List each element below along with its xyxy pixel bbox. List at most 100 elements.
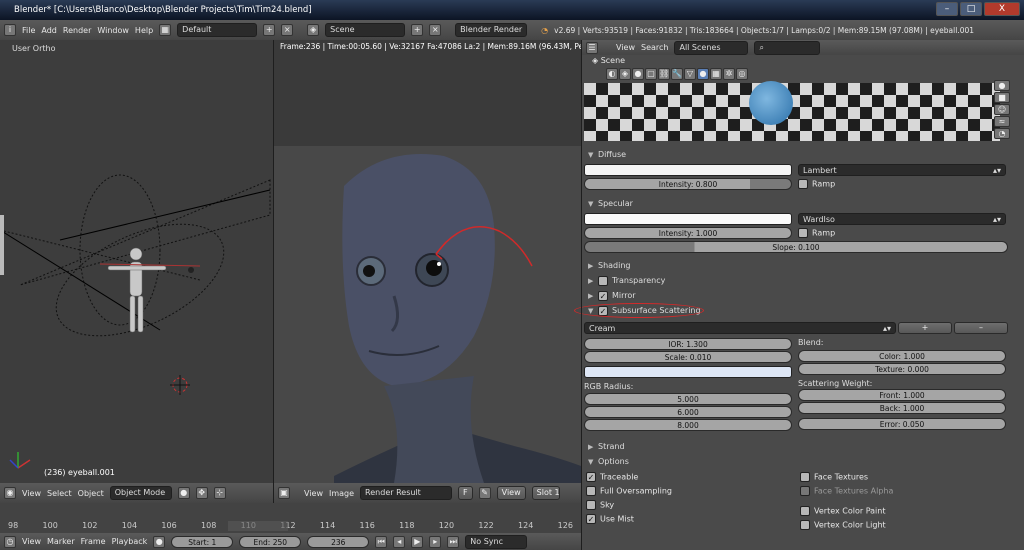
vertex-color-light-checkbox[interactable]: Vertex Color Light [800, 520, 1014, 530]
preview-hair-icon[interactable]: ≈ [994, 116, 1010, 127]
layout-selector[interactable]: Default [177, 23, 258, 37]
scenes-selector[interactable]: All Scenes [674, 40, 749, 55]
diffuse-color-swatch[interactable] [584, 164, 792, 176]
menu-add[interactable]: Add [41, 26, 57, 35]
record-icon[interactable]: ● [153, 535, 166, 548]
sss-color-swatch[interactable] [584, 366, 792, 378]
minimize-button[interactable]: – [936, 2, 958, 16]
toolshelf-handle[interactable] [0, 215, 4, 275]
particles-tab-icon[interactable]: ✲ [723, 68, 735, 80]
jump-end-icon[interactable]: ⏭ [447, 535, 460, 548]
shading-icon[interactable]: ● [177, 487, 190, 499]
image-view-menu[interactable]: View [304, 489, 323, 498]
view-menu[interactable]: View [22, 489, 41, 498]
current-frame-field[interactable]: 236 [307, 535, 370, 548]
diffuse-panel-header[interactable]: ▼ Diffuse [582, 147, 1024, 162]
close-button[interactable]: X [984, 2, 1020, 16]
area-divider[interactable] [273, 40, 274, 503]
menu-window[interactable]: Window [97, 26, 129, 35]
ior-field[interactable]: IOR: 1.300 [584, 338, 792, 350]
render-result-selector[interactable]: Render Result [360, 486, 453, 500]
mirror-panel-header[interactable]: ▶ ✓ Mirror [582, 288, 1024, 303]
scene-add-icon[interactable]: + [411, 24, 424, 36]
world-tab-icon[interactable]: ● [632, 68, 644, 80]
mirror-checkbox[interactable]: ✓ [598, 290, 608, 301]
scene-remove-icon[interactable]: × [429, 24, 442, 36]
pivot-icon[interactable]: ✥ [195, 487, 208, 499]
diffuse-intensity-slider[interactable]: Intensity: 0.800 [584, 178, 792, 190]
timeline-editor-icon[interactable]: ◷ [4, 535, 16, 548]
start-frame-field[interactable]: Start: 1 [171, 535, 234, 548]
specular-shader-selector[interactable]: WardIso ▴▾ [798, 213, 1006, 225]
specular-color-swatch[interactable] [584, 213, 792, 225]
frame-menu[interactable]: Frame [81, 537, 106, 546]
render-engine-selector[interactable]: Blender Render [455, 23, 528, 37]
face-textures-checkbox[interactable]: Face Textures [800, 472, 1014, 482]
render-tab-icon[interactable]: ◐ [606, 68, 618, 80]
remove-preset-button[interactable]: – [954, 322, 1008, 334]
search-input[interactable]: ⌕ [754, 40, 821, 55]
texture-tab-icon[interactable]: ▦ [710, 68, 722, 80]
physics-tab-icon[interactable]: ◎ [736, 68, 748, 80]
scale-field[interactable]: Scale: 0.010 [584, 351, 792, 363]
menu-render[interactable]: Render [63, 26, 91, 35]
radius-b-field[interactable]: 8.000 [584, 419, 792, 431]
properties-editor-icon[interactable]: ☰ [586, 41, 598, 54]
blend-color-slider[interactable]: Color: 1.000 [798, 350, 1006, 362]
blend-texture-slider[interactable]: Texture: 0.000 [798, 363, 1006, 375]
outliner-search-menu[interactable]: Search [641, 43, 668, 52]
sync-selector[interactable]: No Sync [465, 534, 528, 549]
radius-r-field[interactable]: 5.000 [584, 393, 792, 405]
play-icon[interactable]: ▶ [411, 535, 424, 548]
select-menu[interactable]: Select [47, 489, 72, 498]
jump-start-icon[interactable]: ⏮ [375, 535, 388, 548]
prev-key-icon[interactable]: ◂ [393, 535, 406, 548]
strand-panel-header[interactable]: ▶ Strand [582, 439, 1024, 454]
preview-monkey-icon[interactable]: ☺ [994, 104, 1010, 115]
specular-ramp-checkbox[interactable]: Ramp [798, 228, 835, 238]
object-tab-icon[interactable]: ▢ [645, 68, 657, 80]
image-editor-icon[interactable]: ▣ [278, 487, 290, 499]
data-tab-icon[interactable]: ▽ [684, 68, 696, 80]
slot-selector[interactable]: Slot 1 [531, 486, 560, 500]
radius-g-field[interactable]: 6.000 [584, 406, 792, 418]
render-view[interactable]: Frame:236 | Time:00:05.60 | Ve:32167 Fa:… [274, 40, 581, 483]
outliner-view-menu[interactable]: View [616, 43, 635, 52]
transparency-panel-header[interactable]: ▶ Transparency [582, 273, 1024, 288]
image-menu[interactable]: Image [329, 489, 354, 498]
object-menu[interactable]: Object [78, 489, 104, 498]
layout-grid-icon[interactable]: ▦ [159, 24, 172, 36]
pin-icon[interactable]: ✎ [478, 487, 491, 499]
constraints-tab-icon[interactable]: ⛓ [658, 68, 670, 80]
timeline[interactable]: 98 100 102 104 106 108 110 112 114 116 1… [0, 503, 581, 533]
sss-preset-selector[interactable]: Cream ▴▾ [584, 322, 896, 334]
maximize-button[interactable]: □ [960, 2, 982, 16]
diffuse-ramp-checkbox[interactable]: Ramp [798, 179, 835, 189]
manipulator-icon[interactable]: ⊹ [213, 487, 226, 499]
full-oversampling-checkbox[interactable]: Full Oversampling [586, 486, 800, 496]
shading-panel-header[interactable]: ▶ Shading [582, 258, 1024, 273]
next-key-icon[interactable]: ▸ [429, 535, 442, 548]
preview-cube-icon[interactable]: ■ [994, 92, 1010, 103]
layout-add-icon[interactable]: + [263, 24, 276, 36]
scene-icon[interactable]: ◈ [307, 24, 320, 36]
sss-panel-header[interactable]: ▼ ✓ Subsurface Scattering [574, 303, 1024, 318]
menu-help[interactable]: Help [135, 26, 153, 35]
marker-menu[interactable]: Marker [47, 537, 75, 546]
add-preset-button[interactable]: + [898, 322, 952, 334]
modifiers-tab-icon[interactable]: 🔧 [671, 68, 683, 80]
transparency-checkbox[interactable] [598, 275, 608, 286]
layout-remove-icon[interactable]: × [281, 24, 294, 36]
specular-panel-header[interactable]: ▼ Specular [582, 196, 1024, 211]
face-textures-alpha-checkbox[interactable]: Face Textures Alpha [800, 486, 1014, 496]
vertex-color-paint-checkbox[interactable]: Vertex Color Paint [800, 506, 1014, 516]
preview-sphere-icon[interactable]: ● [994, 80, 1010, 91]
timeline-view-menu[interactable]: View [22, 537, 41, 546]
mode-selector[interactable]: Object Mode [109, 486, 172, 500]
3d-viewport[interactable]: User Ortho (236) eyeball.001 [0, 40, 273, 483]
diffuse-shader-selector[interactable]: Lambert ▴▾ [798, 164, 1006, 176]
error-field[interactable]: Error: 0.050 [798, 418, 1006, 430]
sky-checkbox[interactable]: Sky [586, 500, 800, 510]
material-tab-icon[interactable]: ● [697, 68, 709, 80]
specular-intensity-slider[interactable]: Intensity: 1.000 [584, 227, 792, 239]
